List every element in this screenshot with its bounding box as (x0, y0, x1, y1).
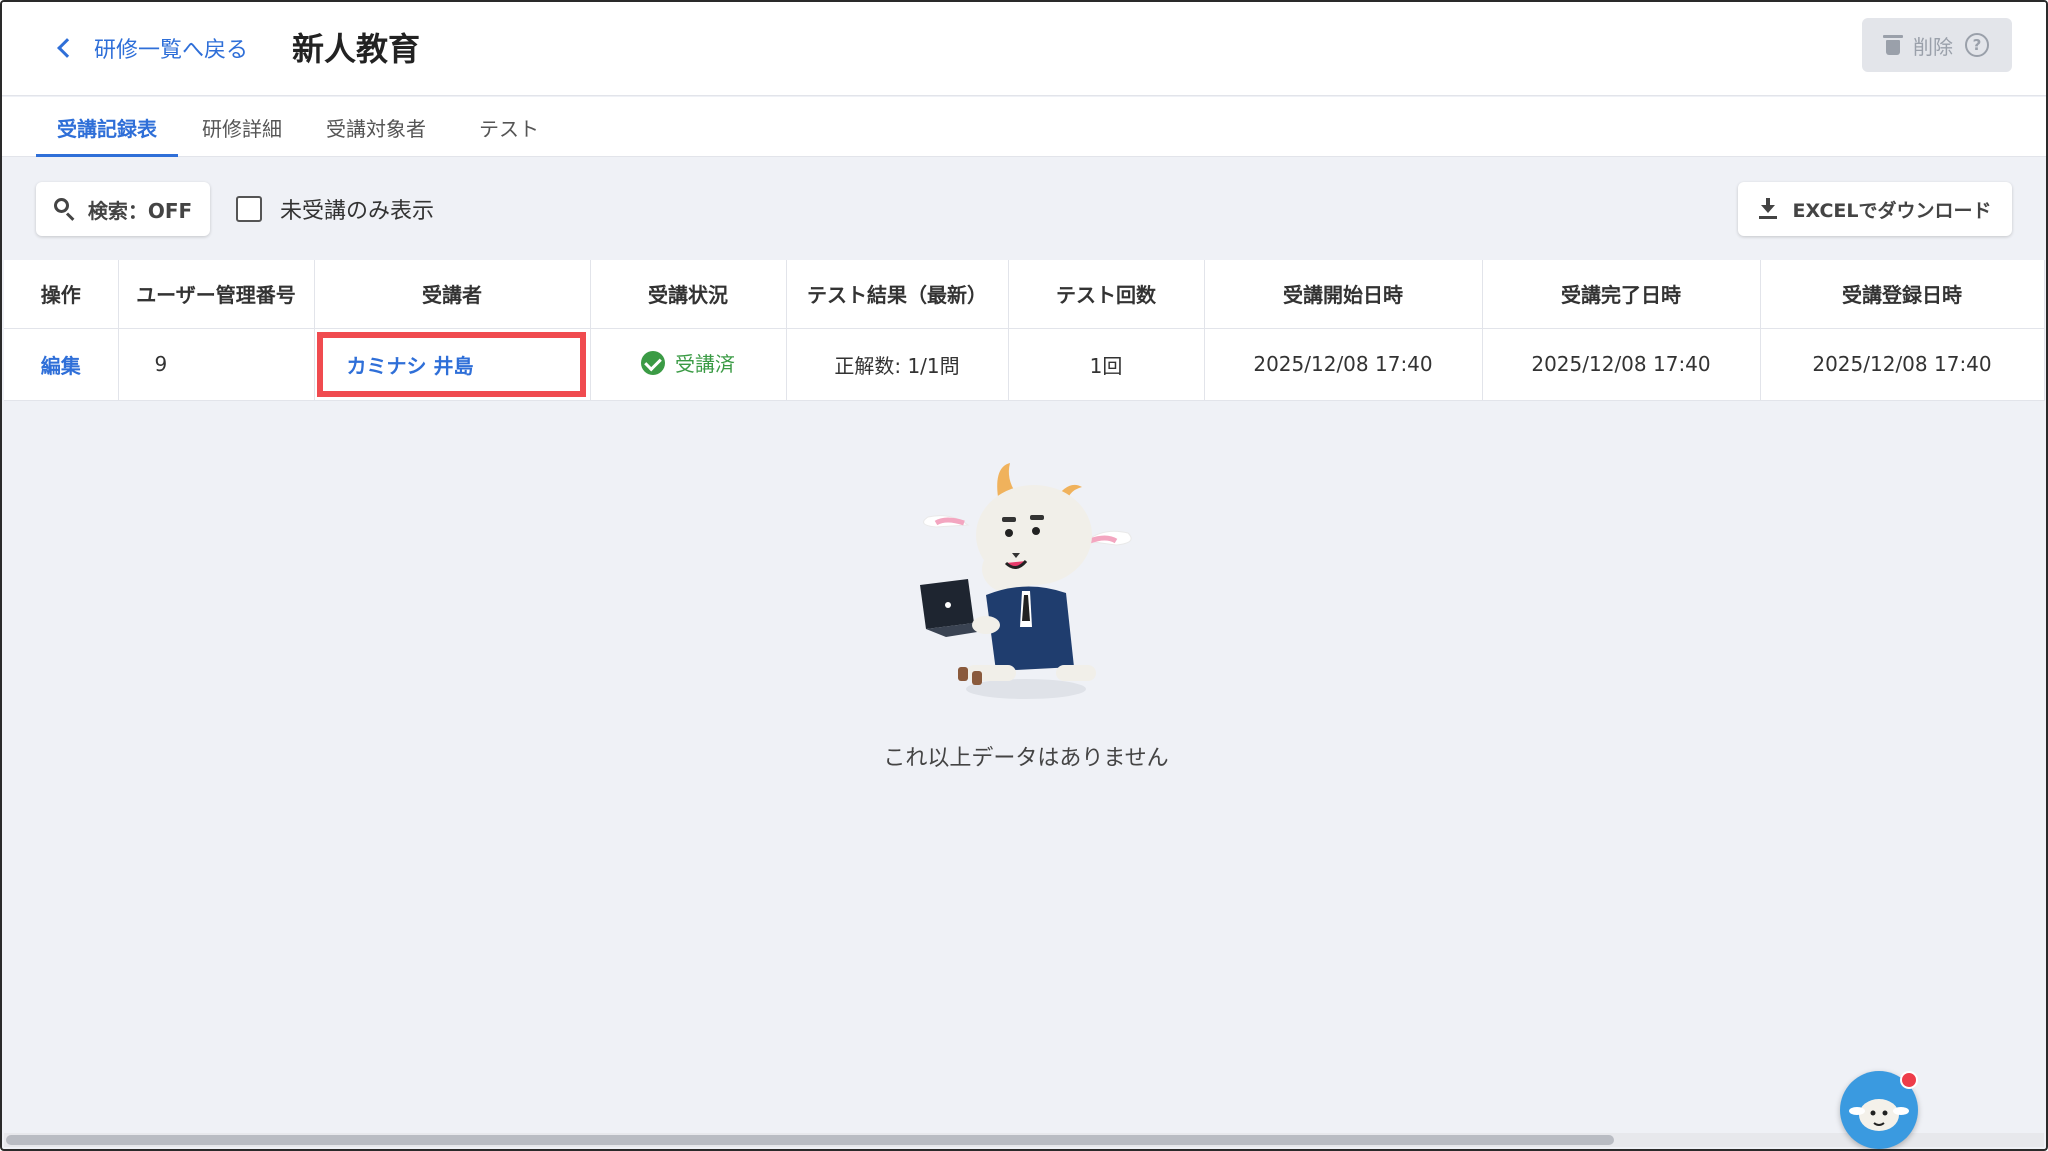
tab-attendance-record[interactable]: 受講記録表 (36, 97, 178, 157)
empty-state-message: これ以上データはありません (883, 746, 1169, 771)
column-header: テスト結果（最新） (786, 260, 1009, 329)
test-result-cell: 正解数: 1/1問 (786, 328, 1009, 401)
back-link-label: 研修一覧へ戻る (94, 38, 249, 63)
tab-bar: 受講記録表 研修詳細 受講対象者 テスト (2, 97, 2046, 157)
check-circle-icon (641, 350, 665, 375)
chevron-left-icon (57, 38, 77, 58)
tab-training-details[interactable]: 研修詳細 (192, 97, 292, 157)
table-row: 編集 9 カミナシ 井島 受講済 正解数: 1/1問 1回 2025/12/08… (4, 328, 2045, 401)
goat-mascot-illustration (920, 463, 1132, 699)
horizontal-scrollbar-thumb[interactable] (6, 1135, 1614, 1145)
search-label: 検索：OFF (87, 198, 193, 223)
table-header-row: 操作 ユーザー管理番号 受講者 受講状況 テスト結果（最新） テスト回数 受講開… (4, 260, 2045, 329)
help-icon[interactable]: ? (1965, 33, 1989, 57)
column-header: 受講者 (314, 260, 591, 329)
status-cell: 受講済 (590, 328, 787, 401)
excel-download-label: EXCELでダウンロード (1792, 199, 1992, 222)
trash-icon (1883, 35, 1903, 55)
search-toggle-button[interactable]: 検索：OFF (36, 182, 210, 236)
tab-test[interactable]: テスト (466, 97, 552, 157)
delete-button[interactable]: 削除 ? (1862, 18, 2012, 72)
test-count-cell: 1回 (1008, 328, 1205, 401)
complete-datetime-cell: 2025/12/08 17:40 (1482, 328, 1761, 401)
column-header: 受講登録日時 (1760, 260, 2045, 329)
back-to-list-link[interactable]: 研修一覧へ戻る (56, 30, 248, 66)
unattended-only-checkbox[interactable] (236, 196, 262, 222)
column-header: ユーザー管理番号 (118, 260, 315, 329)
column-header: テスト回数 (1008, 260, 1205, 329)
page-title: 新人教育 (292, 30, 421, 68)
user-id-cell: 9 (118, 328, 315, 401)
edit-link[interactable]: 編集 (41, 354, 81, 378)
column-header: 受講状況 (590, 260, 787, 329)
app-window: 研修一覧へ戻る 新人教育 削除 ? 受講記録表 研修詳細 受講対象者 テスト 検… (0, 0, 2048, 1151)
attendee-name-link[interactable]: カミナシ 井島 (315, 350, 590, 379)
page-header: 研修一覧へ戻る 新人教育 削除 ? (2, 2, 2046, 96)
status-label: 受講済 (675, 352, 735, 377)
excel-download-button[interactable]: EXCELでダウンロード (1738, 182, 2012, 236)
unattended-only-filter[interactable]: 未受講のみ表示 (236, 192, 434, 226)
attendee-cell: カミナシ 井島 (314, 328, 591, 401)
download-icon (1758, 198, 1777, 220)
tab-target-attendees[interactable]: 受講対象者 (316, 97, 436, 157)
start-datetime-cell: 2025/12/08 17:40 (1204, 328, 1483, 401)
delete-label: 削除 (1913, 34, 1953, 59)
notification-badge (1900, 1071, 1918, 1089)
column-header: 受講開始日時 (1204, 260, 1483, 329)
search-icon (53, 198, 76, 221)
attendance-table: 操作 ユーザー管理番号 受講者 受講状況 テスト結果（最新） テスト回数 受講開… (4, 260, 2045, 401)
column-header: 受講完了日時 (1482, 260, 1761, 329)
unattended-only-label: 未受講のみ表示 (280, 199, 435, 224)
registered-datetime-cell: 2025/12/08 17:40 (1760, 328, 2045, 401)
column-header: 操作 (4, 260, 119, 329)
